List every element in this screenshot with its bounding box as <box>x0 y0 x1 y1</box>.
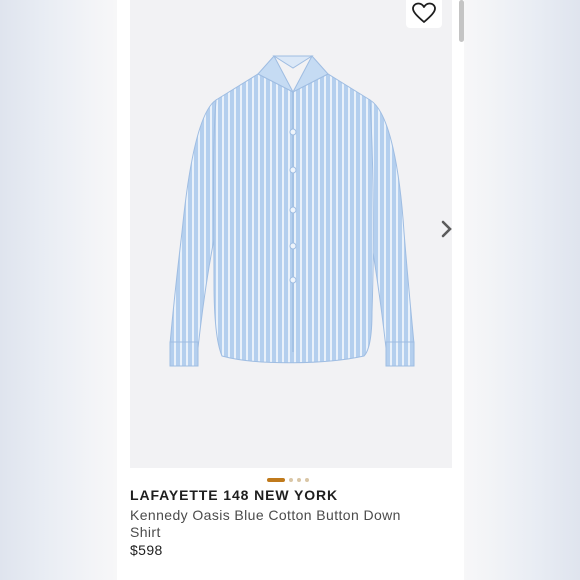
favorite-button[interactable] <box>406 0 442 28</box>
carousel-indicator <box>267 477 309 483</box>
product-price: $598 <box>130 542 163 558</box>
carousel-dot[interactable] <box>305 478 309 482</box>
product-name[interactable]: Kennedy Oasis Blue Cotton Button Down Sh… <box>130 507 430 541</box>
product-brand[interactable]: LAFAYETTE 148 NEW YORK <box>130 487 338 503</box>
heart-outline-icon <box>412 2 436 23</box>
carousel-dot[interactable] <box>289 478 293 482</box>
product-image[interactable] <box>130 0 452 468</box>
carousel-dot[interactable] <box>297 478 301 482</box>
scrollbar[interactable] <box>459 0 464 42</box>
product-card[interactable]: LAFAYETTE 148 NEW YORK Kennedy Oasis Blu… <box>117 0 464 580</box>
next-image-button[interactable] <box>437 216 457 242</box>
carousel-dot[interactable] <box>267 478 285 482</box>
shirt-illustration <box>169 55 415 367</box>
chevron-right-icon <box>441 220 452 238</box>
